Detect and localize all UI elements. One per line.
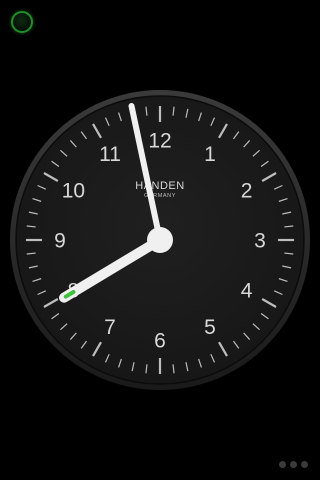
brand-logo: HANDEN bbox=[135, 180, 184, 192]
numeral-1: 1 bbox=[204, 143, 216, 166]
page-dot[interactable] bbox=[279, 461, 286, 468]
numeral-7: 7 bbox=[104, 316, 116, 339]
page-dot[interactable] bbox=[290, 461, 297, 468]
center-cap bbox=[147, 227, 173, 253]
numeral-4: 4 bbox=[241, 280, 253, 303]
numeral-2: 2 bbox=[241, 180, 253, 203]
page-indicator bbox=[279, 461, 308, 468]
numeral-11: 11 bbox=[99, 143, 121, 166]
numeral-12: 12 bbox=[148, 130, 171, 153]
page-dot[interactable] bbox=[301, 461, 308, 468]
numeral-9: 9 bbox=[54, 230, 66, 253]
numeral-6: 6 bbox=[154, 330, 166, 353]
analog-clock: 121234567891011 HANDEN GERMANY bbox=[10, 90, 310, 390]
numeral-3: 3 bbox=[254, 230, 266, 253]
numeral-10: 10 bbox=[62, 180, 85, 203]
numeral-5: 5 bbox=[204, 316, 216, 339]
